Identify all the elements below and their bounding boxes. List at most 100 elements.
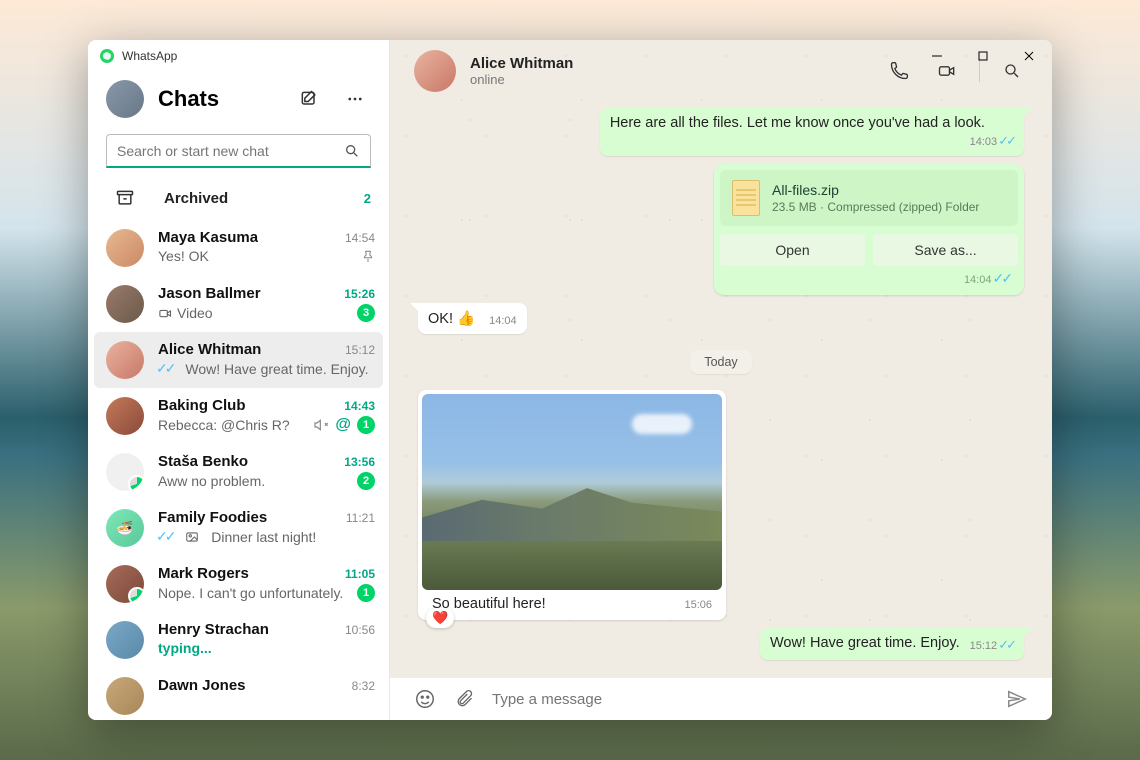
chat-name: Mark Rogers <box>158 565 249 582</box>
conversation-panel: Alice Whitman online Here are all the fi… <box>390 40 1052 720</box>
avatar <box>106 453 144 491</box>
app-window: WhatsApp Chats Archived 2 <box>88 40 1052 720</box>
archive-icon <box>106 188 144 208</box>
photo-thumbnail[interactable] <box>422 394 722 590</box>
search-input[interactable] <box>117 143 336 159</box>
send-icon <box>1006 688 1028 710</box>
message-composer <box>390 677 1052 720</box>
maximize-button[interactable] <box>960 40 1006 72</box>
chat-time: 11:05 <box>345 567 375 581</box>
chat-preview: ✓✓ Dinner last night! <box>158 528 316 545</box>
send-button[interactable] <box>1006 688 1028 710</box>
chat-item-maya[interactable]: Maya Kasuma14:54 Yes! OK <box>88 220 389 276</box>
chat-item-mark[interactable]: Mark Rogers 11:05 Nope. I can't go unfort… <box>88 556 389 612</box>
message-time: 15:06 <box>684 599 712 611</box>
unread-badge: 1 <box>357 584 375 602</box>
avatar <box>106 397 144 435</box>
archived-count: 2 <box>364 191 371 206</box>
message-in[interactable]: OK! 👍 14:04 <box>418 303 527 334</box>
messages-container[interactable]: Here are all the files. Let me know once… <box>390 102 1052 677</box>
chat-time: 14:54 <box>345 231 375 245</box>
new-chat-button[interactable] <box>293 83 325 115</box>
file-message[interactable]: All-files.zip 23.5 MB · Compressed (zipp… <box>714 164 1024 295</box>
sidebar: WhatsApp Chats Archived 2 <box>88 40 390 720</box>
unread-badge: 1 <box>357 416 375 434</box>
chat-name: Baking Club <box>158 397 246 414</box>
message-time: 14:04 <box>489 315 517 327</box>
chat-time: 11:21 <box>346 511 375 525</box>
avatar <box>106 285 144 323</box>
minimize-button[interactable] <box>914 40 960 72</box>
sidebar-header: Chats <box>88 72 389 130</box>
reaction-badge[interactable]: ❤️ <box>426 608 454 628</box>
read-ticks-icon: ✓✓ <box>993 270 1010 286</box>
app-name: WhatsApp <box>122 49 177 63</box>
unread-badge: 3 <box>357 304 375 322</box>
chat-list[interactable]: Maya Kasuma14:54 Yes! OK Jason Ballmer15… <box>88 220 389 720</box>
ellipsis-icon <box>346 90 364 108</box>
mention-icon: @ <box>335 416 351 434</box>
message-out[interactable]: Here are all the files. Let me know once… <box>600 108 1024 156</box>
search-container <box>88 130 389 176</box>
avatar <box>106 677 144 715</box>
chat-item-jason[interactable]: Jason Ballmer15:26 Video 3 <box>88 276 389 332</box>
chat-item-dawn[interactable]: Dawn Jones8:32 <box>88 668 389 720</box>
file-name: All-files.zip <box>772 182 1006 198</box>
close-button[interactable] <box>1006 40 1052 72</box>
my-avatar[interactable] <box>106 80 144 118</box>
voice-call-button[interactable] <box>883 55 915 87</box>
video-icon <box>158 306 173 321</box>
file-attachment[interactable]: All-files.zip 23.5 MB · Compressed (zipp… <box>720 170 1018 226</box>
chat-time: 8:32 <box>352 679 375 693</box>
chat-preview: ✓✓ Wow! Have great time. Enjoy. <box>158 360 368 377</box>
chat-time: 10:56 <box>345 623 375 637</box>
message-input[interactable] <box>492 691 988 708</box>
message-time: 14:03 ✓✓ <box>970 133 1014 149</box>
save-file-button[interactable]: Save as... <box>873 234 1018 266</box>
contact-info[interactable]: Alice Whitman online <box>470 55 869 87</box>
chat-item-family-foodies[interactable]: 🍜 Family Foodies11:21 ✓✓ Dinner last nig… <box>88 500 389 556</box>
chat-preview: Nope. I can't go unfortunately. <box>158 585 343 601</box>
chat-preview: Yes! OK <box>158 248 209 264</box>
archived-row[interactable]: Archived 2 <box>88 176 389 220</box>
more-menu-button[interactable] <box>339 83 371 115</box>
chat-name: Family Foodies <box>158 509 267 526</box>
chat-time: 15:12 <box>345 343 375 357</box>
file-detail: 23.5 MB · Compressed (zipped) Folder <box>772 200 1006 214</box>
read-ticks-icon: ✓✓ <box>998 133 1014 148</box>
emoji-button[interactable] <box>414 688 436 710</box>
chat-time: 14:43 <box>344 399 375 413</box>
emoji-icon <box>414 688 436 710</box>
avatar <box>106 229 144 267</box>
contact-name: Alice Whitman <box>470 55 869 72</box>
avatar <box>106 565 144 603</box>
date-separator: Today <box>690 350 751 374</box>
chat-preview: Aww no problem. <box>158 473 265 489</box>
open-file-button[interactable]: Open <box>720 234 865 266</box>
chat-item-stasa[interactable]: Staša Benko13:56 Aww no problem. 2 <box>88 444 389 500</box>
search-box[interactable] <box>106 134 371 168</box>
contact-avatar[interactable] <box>414 50 456 92</box>
chat-name: Staša Benko <box>158 453 248 470</box>
contact-status: online <box>470 72 869 87</box>
attach-button[interactable] <box>454 689 474 709</box>
avatar <box>106 341 144 379</box>
chat-time: 13:56 <box>344 455 375 469</box>
sidebar-title: Chats <box>158 86 279 112</box>
phone-icon <box>889 61 909 81</box>
read-ticks-icon: ✓✓ <box>158 360 173 377</box>
message-time: 14:04 ✓✓ <box>720 266 1018 289</box>
chat-item-alice[interactable]: Alice Whitman 15:12 ✓✓ Wow! Have great ti… <box>94 332 383 388</box>
archived-label: Archived <box>164 190 344 207</box>
photo-message[interactable]: So beautiful here! 15:06 ❤️ <box>418 390 726 620</box>
chat-item-henry[interactable]: Henry Strachan10:56 typing... <box>88 612 389 668</box>
chat-item-baking-club[interactable]: Baking Club14:43 Rebecca: @Chris R? @ 1 <box>88 388 389 444</box>
message-out[interactable]: Wow! Have great time. Enjoy. 15:12 ✓✓ <box>760 628 1024 660</box>
zip-file-icon <box>732 180 760 216</box>
chat-time: 15:26 <box>344 287 375 301</box>
avatar <box>106 621 144 659</box>
whatsapp-logo-icon <box>100 49 114 63</box>
chat-name: Alice Whitman <box>158 341 261 358</box>
chat-preview: typing... <box>158 640 212 656</box>
message-time: 15:12 ✓✓ <box>970 637 1014 653</box>
